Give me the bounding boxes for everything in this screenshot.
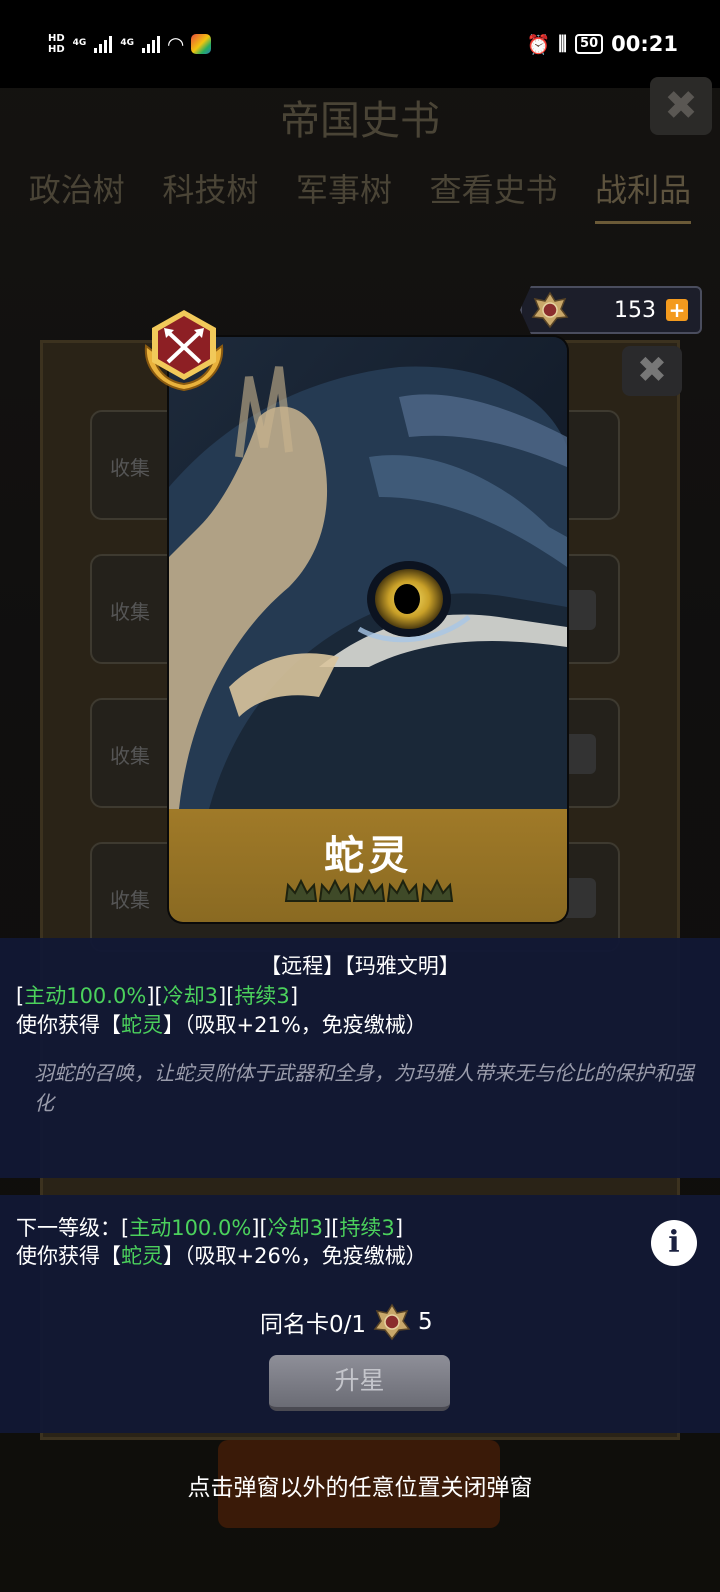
clock: 00:21 <box>611 32 678 56</box>
background-row-label: 收集 <box>110 600 150 624</box>
next-duration-stat: 持续3 <box>339 1216 395 1240</box>
background-close-icon[interactable]: ✖ <box>650 77 712 135</box>
next-effect-buff-name: 蛇灵 <box>121 1244 163 1268</box>
star-rating <box>284 877 454 905</box>
close-hint: 点击弹窗以外的任意位置关闭弹窗 <box>187 1475 533 1501</box>
upgrade-cost: 5 <box>418 1309 433 1335</box>
wifi-icon: ◠ <box>167 32 184 56</box>
bracket: ] <box>394 1216 404 1240</box>
upgrade-star-button[interactable]: 升星 <box>269 1355 450 1411</box>
crown-icon <box>284 878 318 902</box>
skill-card: 蛇灵 <box>169 337 567 922</box>
bracket: [ <box>16 984 25 1008</box>
crown-icon <box>420 878 454 902</box>
medal-count: 153 <box>614 297 656 323</box>
next-effect-suffix: 】（吸取+26%，免疫缴械） <box>163 1244 427 1268</box>
tab-technology[interactable]: 科技树 <box>162 165 258 224</box>
bracket: ] <box>289 984 299 1008</box>
next-effect-prefix: 使你获得【 <box>16 1244 121 1268</box>
next-level-label: 下一等级： <box>16 1216 121 1240</box>
skill-effect: 使你获得【蛇灵】（吸取+21%，免疫缴械） <box>16 1009 427 1039</box>
info-icon[interactable]: i <box>651 1220 697 1266</box>
background-tabs: 政治树 科技树 军事树 查看史书 战利品 <box>0 165 720 224</box>
effect-buff-name: 蛇灵 <box>121 1013 163 1037</box>
next-cooldown-stat: 冷却3 <box>267 1216 324 1240</box>
card-name: 蛇灵 <box>324 833 412 879</box>
background-row-label: 收集 <box>110 744 150 768</box>
add-medal-button[interactable]: + <box>666 299 688 321</box>
close-icon[interactable]: ✖ <box>622 346 682 396</box>
signal-icon <box>94 35 113 53</box>
signal-icon-2 <box>141 35 160 53</box>
serpent-artwork <box>169 337 567 809</box>
duration-stat: 持续3 <box>234 984 290 1008</box>
crown-icon <box>386 878 420 902</box>
vibrate-icon: ⫼ <box>558 33 568 55</box>
duplicate-card-count: 同名卡0/1 <box>260 1312 367 1338</box>
skill-stats: [主动100.0%][冷却3][持续3] <box>16 980 298 1010</box>
status-bar: HD HD 4G 4G ◠ ⏰ ⫼ 50 00:21 <box>0 0 720 88</box>
ranged-class-badge-icon <box>144 310 224 392</box>
medal-currency-display: 153 + <box>520 286 702 334</box>
bracket: ][ <box>323 1216 340 1240</box>
effect-suffix: 】（吸取+21%，免疫缴械） <box>163 1013 427 1037</box>
tab-loot[interactable]: 战利品 <box>595 165 692 224</box>
next-active-stat: 主动100.0% <box>129 1216 252 1240</box>
skill-tags: 【远程】【玛雅文明】 <box>260 954 460 978</box>
active-stat: 主动100.0% <box>24 984 147 1008</box>
tab-politics[interactable]: 政治树 <box>29 165 125 224</box>
sig1-label: 4G <box>72 38 87 48</box>
battery-icon: 50 <box>575 34 604 54</box>
tab-history[interactable]: 查看史书 <box>430 165 558 224</box>
bracket: ][ <box>218 984 235 1008</box>
crown-icon <box>352 878 386 902</box>
next-level-stats: 下一等级：[主动100.0%][冷却3][持续3] <box>16 1212 403 1242</box>
next-level-effect: 使你获得【蛇灵】（吸取+26%，免疫缴械） <box>16 1240 427 1270</box>
duplicate-card-row: 同名卡0/1 5 <box>260 1302 433 1342</box>
sig2-label: 4G <box>120 38 134 48</box>
bracket: ][ <box>146 984 163 1008</box>
effect-prefix: 使你获得【 <box>16 1013 121 1037</box>
medal-icon <box>530 290 570 330</box>
hd-indicators: HD HD <box>48 33 65 55</box>
background-title: 帝国史书 <box>280 98 440 144</box>
bracket: ][ <box>251 1216 268 1240</box>
cooldown-stat: 冷却3 <box>162 984 219 1008</box>
tab-military[interactable]: 军事树 <box>296 165 392 224</box>
crown-icon <box>318 878 352 902</box>
medal-icon <box>372 1302 412 1342</box>
alarm-icon: ⏰ <box>526 33 551 56</box>
hd1-label: HD <box>48 33 65 44</box>
skill-flavor-text: 羽蛇的召唤，让蛇灵附体于武器和全身，为玛雅人带来无与伦比的保护和强化 <box>34 1061 694 1115</box>
app-notification-icon <box>191 34 212 54</box>
background-row-label: 收集 <box>110 456 150 480</box>
background-row-label: 收集 <box>110 888 150 912</box>
bracket: [ <box>121 1216 130 1240</box>
hd2-label: HD <box>48 44 65 55</box>
